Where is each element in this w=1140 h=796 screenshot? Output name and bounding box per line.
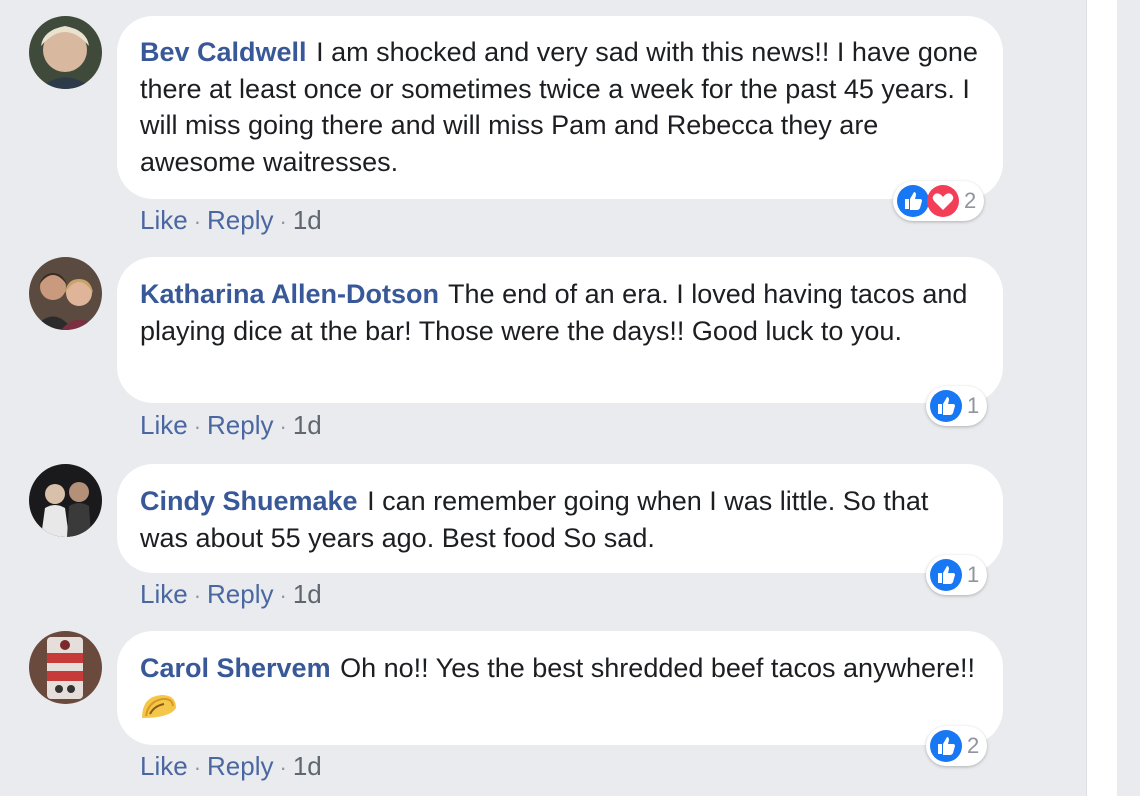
love-icon — [927, 185, 959, 217]
comment-actions: Like · Reply · 1d — [140, 579, 322, 610]
comment-author[interactable]: Carol Shervem — [140, 653, 331, 683]
separator-dot: · — [279, 209, 287, 234]
separator-dot: · — [193, 755, 202, 780]
comment-author[interactable]: Bev Caldwell — [140, 37, 307, 67]
comment-actions: Like · Reply · 1d — [140, 410, 322, 441]
reaction-summary[interactable]: 1 — [926, 386, 988, 426]
timestamp[interactable]: 1d — [293, 205, 322, 235]
timestamp[interactable]: 1d — [293, 751, 322, 781]
avatar[interactable] — [29, 257, 102, 330]
page-margin — [1117, 0, 1140, 796]
like-link[interactable]: Like — [140, 751, 188, 781]
separator-dot: · — [279, 414, 287, 439]
like-link[interactable]: Like — [140, 410, 188, 440]
reaction-summary[interactable]: 2 — [893, 181, 985, 221]
timestamp[interactable]: 1d — [293, 410, 322, 440]
reaction-count: 2 — [964, 188, 977, 213]
avatar[interactable] — [29, 464, 102, 537]
comment-author[interactable]: Katharina Allen-Dotson — [140, 279, 439, 309]
comment-actions: Like · Reply · 1d — [140, 751, 322, 782]
reply-link[interactable]: Reply — [207, 751, 273, 781]
comment-bubble: Carol Shervem Oh no!! Yes the best shred… — [117, 631, 1003, 745]
reaction-count: 1 — [967, 393, 980, 418]
comment-actions: Like · Reply · 1d — [140, 205, 322, 236]
like-icon — [930, 730, 962, 762]
taco-icon — [142, 694, 176, 718]
comment-bubble: Bev Caldwell I am shocked and very sad w… — [117, 16, 1003, 199]
timestamp[interactable]: 1d — [293, 579, 322, 609]
separator-dot: · — [279, 755, 287, 780]
separator-dot: · — [193, 209, 202, 234]
reaction-count: 1 — [967, 562, 980, 587]
reaction-summary[interactable]: 1 — [926, 555, 988, 595]
separator-dot: · — [193, 583, 202, 608]
like-icon — [897, 185, 929, 217]
comment-bubble: Cindy Shuemake I can remember going when… — [117, 464, 1003, 573]
reply-link[interactable]: Reply — [207, 579, 273, 609]
separator-dot: · — [193, 414, 202, 439]
reply-link[interactable]: Reply — [207, 205, 273, 235]
like-link[interactable]: Like — [140, 579, 188, 609]
reply-link[interactable]: Reply — [207, 410, 273, 440]
like-icon — [930, 390, 962, 422]
comment-text: Oh no!! Yes the best shredded beef tacos… — [340, 653, 976, 683]
comment-feed: Bev Caldwell I am shocked and very sad w… — [0, 0, 1086, 796]
like-link[interactable]: Like — [140, 205, 188, 235]
comment-author[interactable]: Cindy Shuemake — [140, 486, 358, 516]
comment-bubble: Katharina Allen-Dotson The end of an era… — [117, 257, 1003, 403]
avatar[interactable] — [29, 631, 102, 704]
avatar[interactable] — [29, 16, 102, 89]
like-icon — [930, 559, 962, 591]
separator-dot: · — [279, 583, 287, 608]
side-panel — [1086, 0, 1117, 796]
reaction-summary[interactable]: 2 — [926, 726, 988, 766]
reaction-count: 2 — [967, 733, 980, 758]
